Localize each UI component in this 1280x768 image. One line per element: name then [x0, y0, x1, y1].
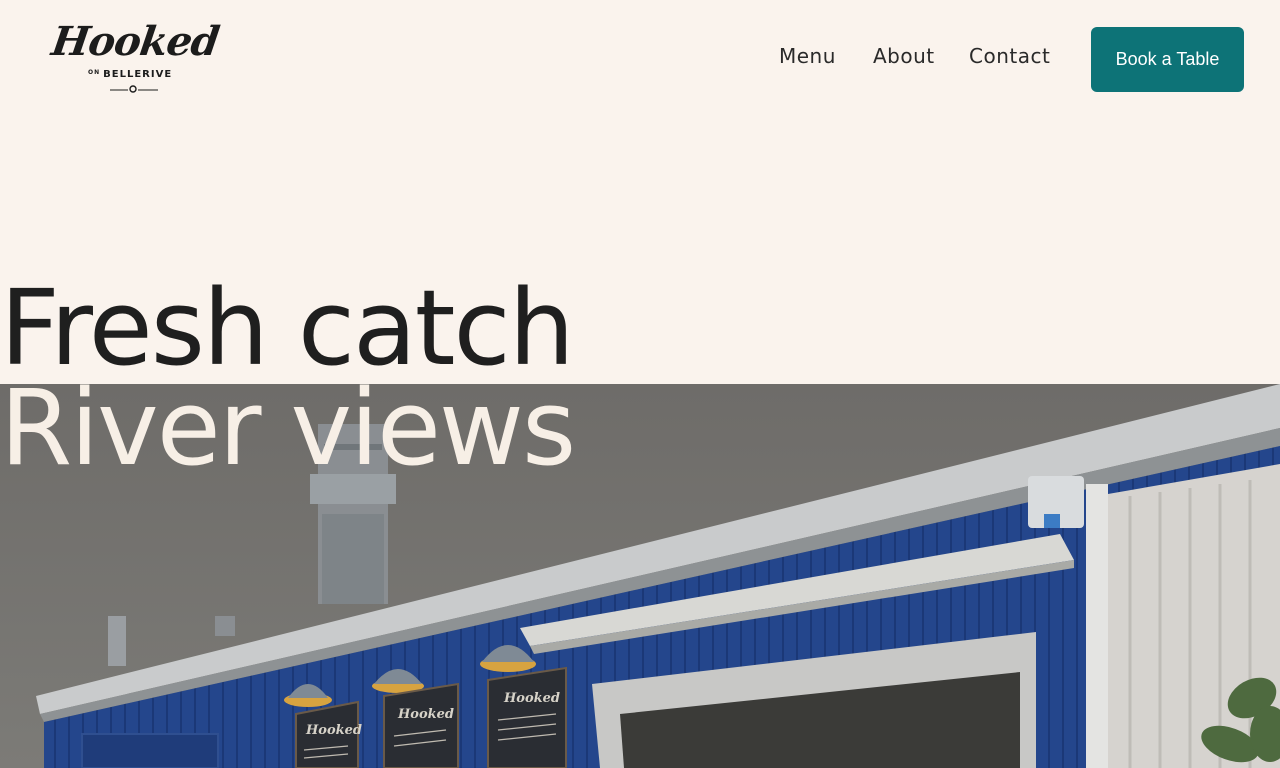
- nav-item-contact[interactable]: Contact: [969, 44, 1079, 68]
- logo-subtitle: ON BELLERIVE: [88, 69, 172, 80]
- nav-item-menu[interactable]: Menu: [779, 44, 859, 68]
- hero-line-1: Fresh catch: [0, 267, 575, 389]
- hero-title: Fresh catch River views: [0, 267, 900, 489]
- nav-item-about[interactable]: About: [873, 44, 963, 68]
- logo-on: ON: [88, 69, 101, 76]
- book-table-button[interactable]: Book a Table: [1091, 27, 1244, 92]
- hero-line-2: River views: [0, 367, 576, 489]
- svg-text:Hooked: Hooked: [305, 723, 362, 738]
- svg-text:Hooked: Hooked: [503, 691, 560, 706]
- svg-text:Hooked: Hooked: [397, 707, 454, 722]
- logo[interactable]: Hooked ON BELLERIVE: [49, 18, 222, 98]
- logo-wordmark: Hooked: [48, 18, 222, 65]
- logo-location: BELLERIVE: [103, 69, 173, 80]
- fishhook-icon: [110, 85, 158, 93]
- site-header: Hooked ON BELLERIVE Menu About Contact Bo…: [0, 0, 1280, 120]
